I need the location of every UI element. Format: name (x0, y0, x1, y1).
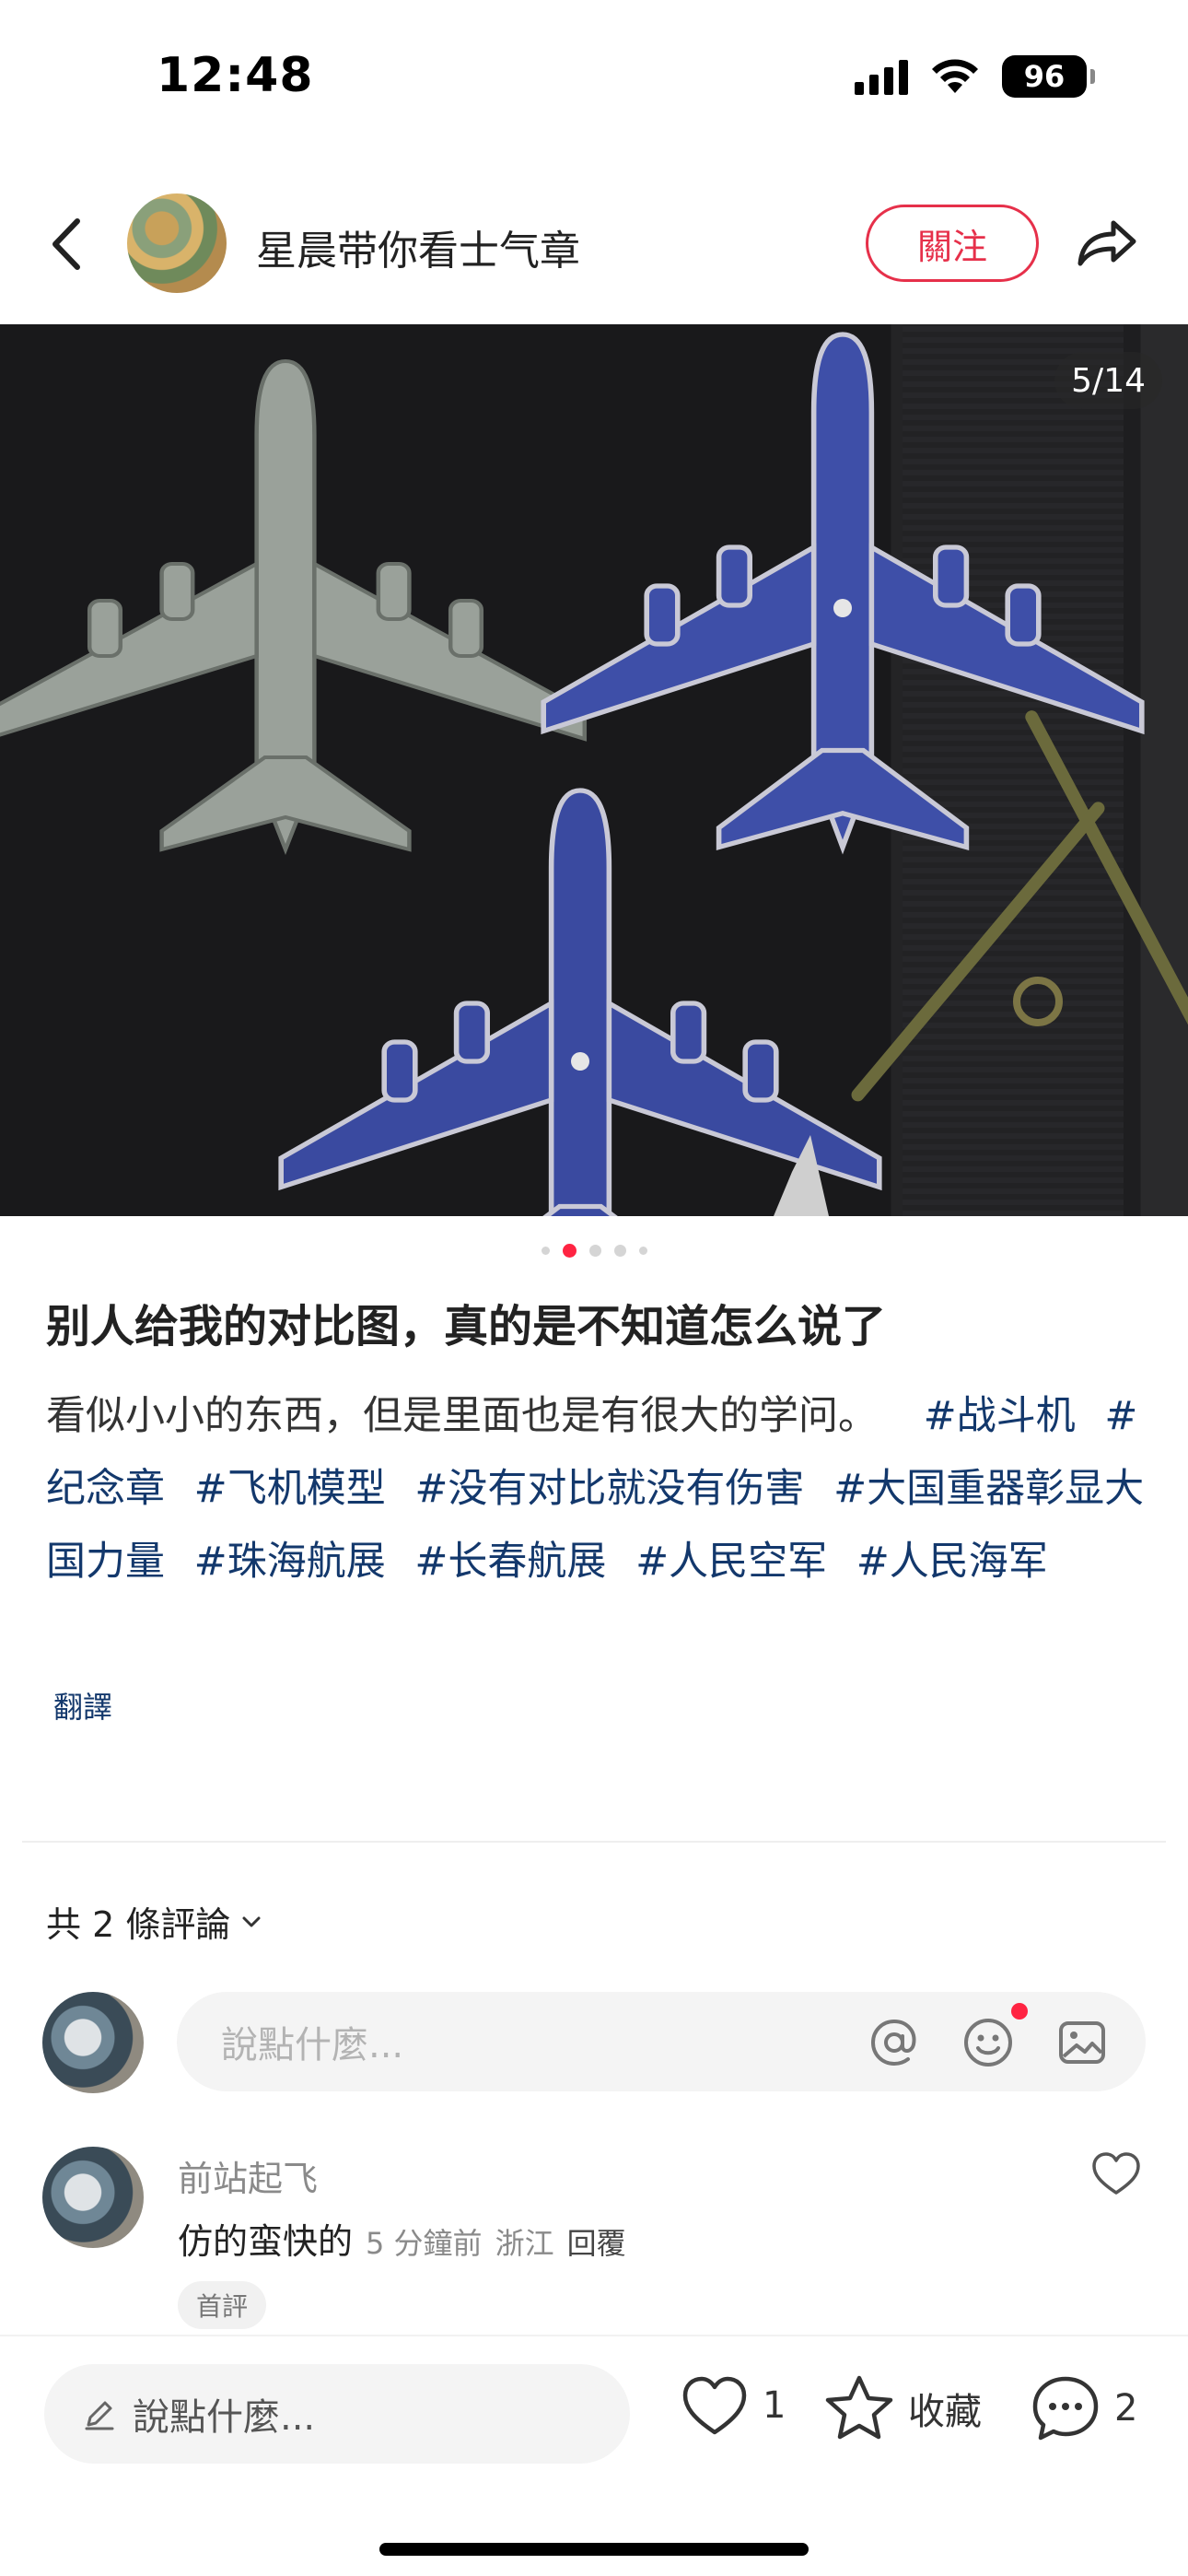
carousel-dot (588, 1245, 601, 1257)
emoji-icon[interactable] (961, 2016, 1015, 2069)
post-header: 星晨带你看士气章 關注 (0, 184, 1188, 304)
wifi-icon (932, 59, 978, 93)
comment-content[interactable]: 仿的蛮快的 5 分鐘前 浙江 回覆 (178, 2213, 626, 2264)
carousel-dot-active (562, 1244, 577, 1258)
bottom-input-placeholder: 說點什麼... (133, 2396, 316, 2439)
home-indicator[interactable] (379, 2543, 809, 2556)
battery-icon: 96 (1002, 55, 1095, 98)
like-count: 1 (763, 2384, 786, 2427)
status-time: 12:48 (157, 48, 314, 103)
post-title: 别人给我的对比图，真的是不知道怎么说了 (46, 1301, 887, 1352)
hashtag[interactable]: #人民海军 (856, 1539, 1048, 1585)
notification-dot (1011, 2003, 1028, 2020)
hashtag[interactable]: #战斗机 (924, 1393, 1076, 1439)
comment-bubble-icon (1032, 2376, 1099, 2441)
post-body-text: 看似小小的东西，但是里面也是有很大的学问。 (46, 1393, 878, 1439)
comment-count: 2 (1114, 2387, 1138, 2430)
my-avatar (42, 1992, 144, 2093)
comment-sort-toggle[interactable]: 共 2 條評論 (46, 1896, 263, 1947)
heart-icon (682, 2376, 747, 2435)
cellular-signal-icon (855, 58, 908, 95)
comment-location: 浙江 (495, 2226, 554, 2261)
comment-button[interactable]: 2 (1030, 2373, 1137, 2443)
translate-link[interactable]: 翻譯 (53, 1684, 112, 1727)
page-counter: 5/14 (1054, 352, 1162, 409)
comment-like-heart-icon[interactable] (1090, 2150, 1142, 2198)
hashtag[interactable]: #珠海航展 (194, 1539, 386, 1585)
hashtag[interactable]: #长春航展 (414, 1539, 606, 1585)
hashtag[interactable]: #人民空军 (635, 1539, 827, 1585)
commenter-avatar[interactable] (42, 2147, 144, 2248)
carousel-dot (638, 1247, 647, 1255)
photo-aircraft-patches (0, 324, 1188, 1216)
bottom-comment-input[interactable]: 說點什麼... (44, 2364, 630, 2464)
image-carousel[interactable]: 5/14 (0, 324, 1188, 1216)
comment-count-label: 共 2 條評論 (46, 1904, 231, 1945)
image-icon[interactable] (1055, 2016, 1109, 2069)
collect-button[interactable]: 收藏 (823, 2373, 982, 2443)
comment-time: 5 分鐘前 (366, 2226, 483, 2261)
collect-label: 收藏 (908, 2391, 982, 2433)
post-body: 看似小小的东西，但是里面也是有很大的学问。 #战斗机 #纪念章 #飞机模型 #没… (46, 1380, 1151, 1598)
status-icons: 96 (855, 55, 1095, 98)
share-icon[interactable] (1073, 212, 1141, 276)
first-comment-badge: 首評 (178, 2281, 267, 2329)
pencil-icon (85, 2401, 114, 2430)
comment-text: 仿的蛮快的 (178, 2221, 354, 2262)
back-arrow-icon[interactable] (37, 212, 101, 276)
hashtag[interactable]: #没有对比就没有伤害 (414, 1466, 804, 1512)
follow-button[interactable]: 關注 (866, 205, 1039, 282)
carousel-dot (613, 1245, 626, 1257)
carousel-dot (541, 1247, 550, 1255)
status-bar: 12:48 96 (0, 0, 1188, 157)
carousel-indicator (0, 1244, 1188, 1258)
like-button[interactable]: 1 (680, 2373, 786, 2438)
hashtag[interactable]: #飞机模型 (194, 1466, 386, 1512)
star-icon (825, 2375, 893, 2440)
bottom-action-bar: 說點什麼... 1 收藏 2 (0, 2335, 1188, 2576)
reply-button[interactable]: 回覆 (567, 2220, 626, 2263)
chevron-down-icon (242, 1916, 261, 1926)
mention-icon[interactable] (868, 2016, 921, 2069)
author-avatar[interactable] (127, 193, 227, 293)
commenter-name[interactable]: 前站起飞 (178, 2150, 318, 2201)
section-divider (22, 1841, 1166, 1843)
author-name[interactable]: 星晨带你看士气章 (256, 217, 580, 276)
